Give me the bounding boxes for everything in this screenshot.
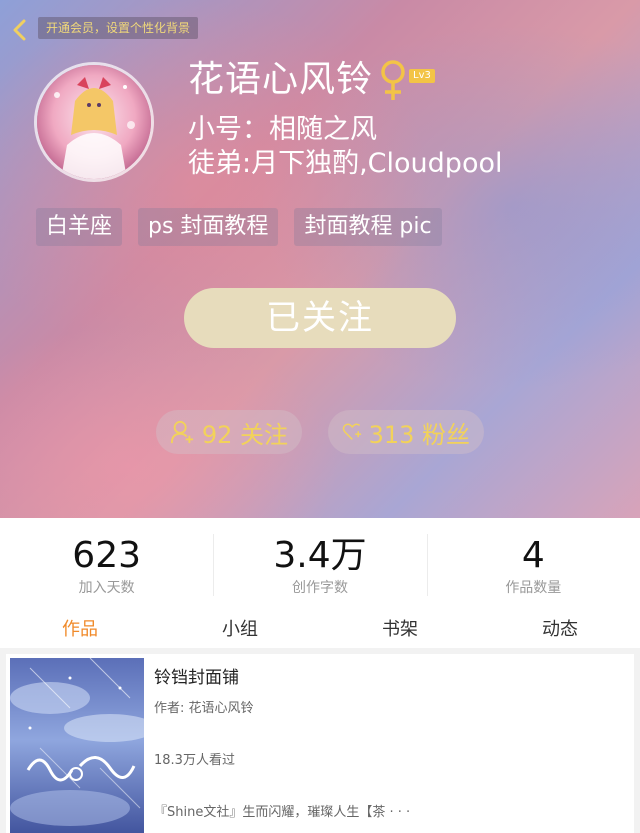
work-card[interactable]: 铃铛封面铺 作者: 花语心风铃 18.3万人看过 『Shine文社』生而闪耀，璀… xyxy=(6,654,634,833)
tab-activity[interactable]: 动态 xyxy=(480,612,640,648)
book-cover-illustration xyxy=(10,658,144,833)
stat-label: 创作字数 xyxy=(291,580,348,596)
work-author: 作者: 花语心风铃 xyxy=(154,701,254,716)
stat-value: 3.4万 xyxy=(273,535,367,576)
female-icon xyxy=(381,60,405,100)
profile-tags: 白羊座 ps 封面教程 封面教程 pic xyxy=(36,208,442,246)
chevron-left-icon xyxy=(13,19,26,41)
alt-account: 小号：相随之风 xyxy=(188,114,377,145)
stat-value: 623 xyxy=(72,535,142,576)
content-tabs: 作品 小组 书架 动态 xyxy=(0,612,640,648)
follow-button[interactable]: 已关注 xyxy=(184,288,456,348)
stat-word-count: 3.4万 创作字数 xyxy=(213,520,426,610)
work-title[interactable]: 铃铛封面铺 xyxy=(154,666,239,690)
stat-value: 4 xyxy=(521,535,545,576)
username: 花语心风铃 xyxy=(188,59,374,100)
avatar-illustration xyxy=(37,65,151,179)
work-description: 『Shine文社』生而闪耀，璀璨人生【茶 · · · xyxy=(154,805,411,820)
back-button[interactable] xyxy=(6,16,34,44)
following-count-button[interactable]: 92 关注 xyxy=(156,410,302,454)
work-cover-image[interactable] xyxy=(10,658,144,833)
stat-label: 作品数量 xyxy=(505,580,562,596)
heart-plus-icon xyxy=(342,423,362,440)
following-label: 92 关注 xyxy=(201,420,288,449)
fans-label: 313 粉丝 xyxy=(368,420,470,449)
stat-works-count: 4 作品数量 xyxy=(426,520,640,610)
tab-bookshelf[interactable]: 书架 xyxy=(320,612,480,648)
tag-ps-tutorial[interactable]: ps 封面教程 xyxy=(138,208,279,246)
stat-label: 加入天数 xyxy=(78,580,135,596)
vip-background-banner[interactable]: 开通会员，设置个性化背景 xyxy=(38,17,199,39)
tab-works[interactable]: 作品 xyxy=(0,612,160,648)
profile-header-background: 开通会员，设置个性化背景 花语心风铃 Lv3 小号：相随之风 徒弟:月下独酌,C… xyxy=(0,0,640,518)
stats-bar: 623 加入天数 3.4万 创作字数 4 作品数量 xyxy=(0,520,640,610)
stat-days-joined: 623 加入天数 xyxy=(0,520,213,610)
fans-count-button[interactable]: 313 粉丝 xyxy=(328,410,484,454)
tag-zodiac[interactable]: 白羊座 xyxy=(36,208,123,246)
level-badge: Lv3 xyxy=(409,69,435,83)
work-views: 18.3万人看过 xyxy=(154,753,235,768)
works-list: 铃铛封面铺 作者: 花语心风铃 18.3万人看过 『Shine文社』生而闪耀，璀… xyxy=(0,648,640,833)
tab-groups[interactable]: 小组 xyxy=(160,612,320,648)
disciples: 徒弟:月下独酌,Cloudpool xyxy=(188,148,503,179)
person-add-icon xyxy=(170,420,194,444)
tag-cover-pic[interactable]: 封面教程 pic xyxy=(294,208,442,246)
avatar[interactable] xyxy=(34,62,154,182)
